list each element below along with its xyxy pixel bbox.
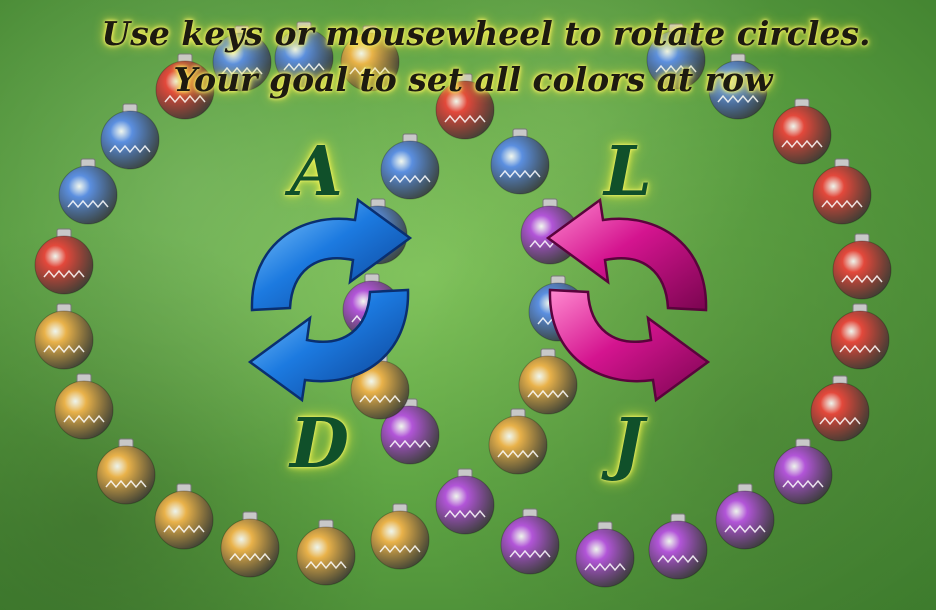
rotate-arrows-magenta-icon[interactable] — [545, 197, 711, 403]
key-label-right-ccw: L — [604, 132, 652, 212]
key-label-left-ccw: A — [290, 132, 343, 212]
instruction-line-2: Your goal to set all colors at row — [173, 60, 773, 99]
key-label-right-cw: J — [612, 404, 645, 484]
instruction-line-1: Use keys or mousewheel to rotate circles… — [101, 14, 871, 53]
key-label-left-cw: D — [290, 404, 349, 484]
rotate-arrows-blue-icon[interactable] — [247, 197, 413, 403]
game-board[interactable]: Use keys or mousewheel to rotate circles… — [0, 0, 936, 610]
